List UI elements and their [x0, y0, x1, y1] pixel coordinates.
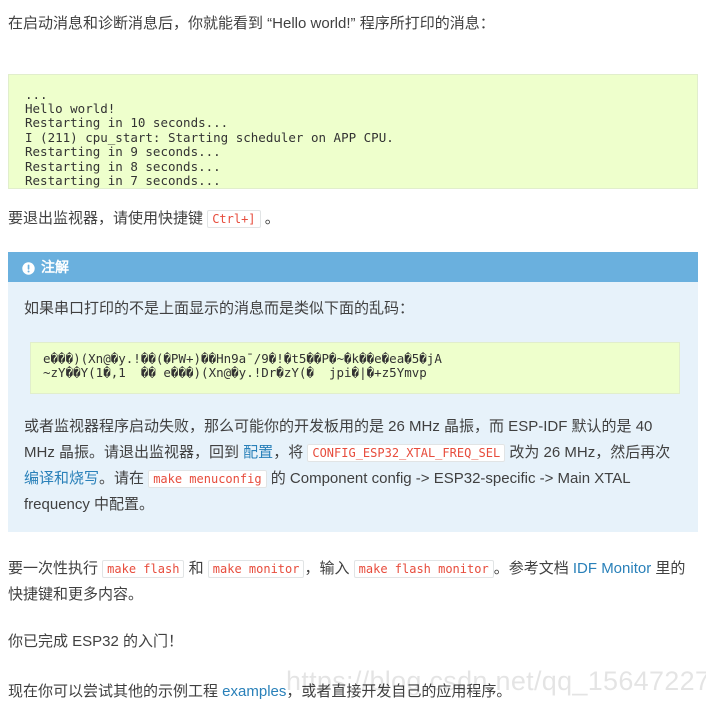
- make-flash-monitor-code: make flash monitor: [353, 560, 494, 578]
- tail-seg4: 。参考文档: [493, 560, 573, 577]
- config-link[interactable]: 配置: [243, 444, 273, 461]
- note-body: 如果串口打印的不是上面显示的消息而是类似下面的乱码： e���)(Xn@�y.!…: [8, 282, 698, 532]
- note-intro-paragraph: 如果串口打印的不是上面显示的消息而是类似下面的乱码：: [24, 300, 415, 317]
- make-monitor-code: make monitor: [207, 560, 305, 578]
- config-xtal-freq-sel-code: CONFIG_ESP32_XTAL_FREQ_SEL: [307, 444, 506, 462]
- exit-monitor-prefix: 要退出监视器，请使用快捷键: [8, 210, 204, 227]
- garbled-output-code-block: e���)(Xn@�y.!��(�PW+)��Hn9a¯/9�!�t5��P�~…: [30, 342, 680, 394]
- note-admonition: 注解 如果串口打印的不是上面显示的消息而是类似下面的乱码： e���)(Xn@�…: [8, 252, 698, 532]
- flash-monitor-paragraph: 要一次性执行 make flash 和 make monitor ，输入 make…: [8, 556, 698, 608]
- intro-paragraph: 在启动消息和诊断消息后，你就能看到 “Hello world!” 程序所打印的消…: [8, 15, 495, 32]
- note-detail-seg4: 。请在: [99, 470, 149, 487]
- info-circle-icon: [22, 261, 35, 275]
- note-detail-seg2: ，将: [273, 444, 308, 461]
- tail-seg3: ，输入: [304, 560, 354, 577]
- make-menuconfig-code: make menuconfig: [148, 470, 267, 488]
- note-detail-paragraph: 或者监视器程序启动失败，那么可能你的开发板用的是 26 MHz 晶振，而 ESP…: [24, 414, 682, 518]
- final-seg2: ，或者直接开发自己的应用程序。: [286, 683, 512, 700]
- exit-monitor-suffix: 。: [264, 210, 280, 227]
- note-title-label: 注解: [41, 259, 69, 275]
- final-seg1: 现在你可以尝试其他的示例工程: [8, 683, 223, 700]
- shortcut-ctrl-bracket-code: Ctrl+]: [207, 210, 261, 228]
- console-output-code-block: ... Hello world! Restarting in 10 second…: [8, 73, 698, 189]
- completion-paragraph: 你已完成 ESP32 的入门！: [8, 633, 184, 650]
- note-title-bar: 注解: [8, 252, 698, 282]
- tail-seg1: 要一次性执行: [8, 560, 103, 577]
- build-and-flash-link[interactable]: 编译和烧写: [24, 470, 99, 487]
- documentation-page: 在启动消息和诊断消息后，你就能看到 “Hello world!” 程序所打印的消…: [0, 0, 706, 709]
- next-steps-paragraph: 现在你可以尝试其他的示例工程 examples，或者直接开发自己的应用程序。: [8, 679, 698, 705]
- idf-monitor-link[interactable]: IDF Monitor: [573, 560, 651, 577]
- make-flash-code: make flash: [102, 560, 185, 578]
- exit-monitor-paragraph: 要退出监视器，请使用快捷键 Ctrl+] 。: [8, 206, 698, 232]
- examples-link[interactable]: examples: [222, 683, 286, 700]
- note-detail-seg3: 改为 26 MHz，然后再次: [505, 444, 671, 461]
- tail-seg2: 和: [184, 560, 208, 577]
